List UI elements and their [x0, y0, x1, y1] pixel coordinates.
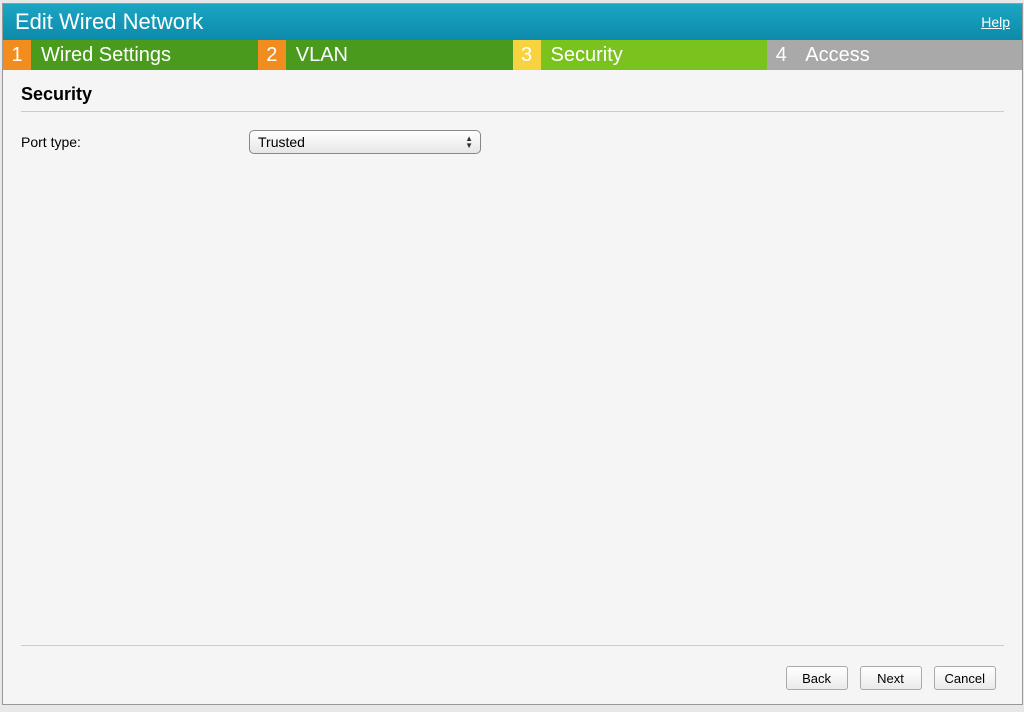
- tab-label: Security: [541, 40, 768, 70]
- port-type-row: Port type: Trusted ▲▼: [21, 130, 1004, 154]
- help-link[interactable]: Help: [981, 14, 1010, 30]
- tab-access[interactable]: 4 Access: [767, 40, 1022, 70]
- tab-number: 3: [513, 40, 541, 70]
- wizard-tabs: 1 Wired Settings 2 VLAN 3 Security 4 Acc…: [3, 40, 1022, 70]
- edit-wired-network-dialog: Edit Wired Network Help 1 Wired Settings…: [2, 3, 1023, 705]
- footer-buttons: Back Next Cancel: [21, 645, 1004, 696]
- tab-vlan[interactable]: 2 VLAN: [258, 40, 513, 70]
- tab-wired-settings[interactable]: 1 Wired Settings: [3, 40, 258, 70]
- tab-number: 4: [767, 40, 795, 70]
- port-type-label: Port type:: [21, 134, 249, 150]
- tab-number: 1: [3, 40, 31, 70]
- section-heading: Security: [21, 84, 1004, 112]
- tab-label: VLAN: [286, 40, 513, 70]
- tab-label: Wired Settings: [31, 40, 258, 70]
- tab-security[interactable]: 3 Security: [513, 40, 768, 70]
- port-type-select-wrap: Trusted ▲▼: [249, 130, 481, 154]
- cancel-button[interactable]: Cancel: [934, 666, 996, 690]
- content-area: Security Port type: Trusted ▲▼ Back Next…: [3, 70, 1022, 704]
- dialog-title: Edit Wired Network: [15, 9, 203, 35]
- tab-label: Access: [795, 40, 1022, 70]
- port-type-select[interactable]: Trusted: [249, 130, 481, 154]
- next-button[interactable]: Next: [860, 666, 922, 690]
- back-button[interactable]: Back: [786, 666, 848, 690]
- tab-number: 2: [258, 40, 286, 70]
- title-bar: Edit Wired Network Help: [3, 4, 1022, 40]
- form-area: Port type: Trusted ▲▼: [21, 112, 1004, 645]
